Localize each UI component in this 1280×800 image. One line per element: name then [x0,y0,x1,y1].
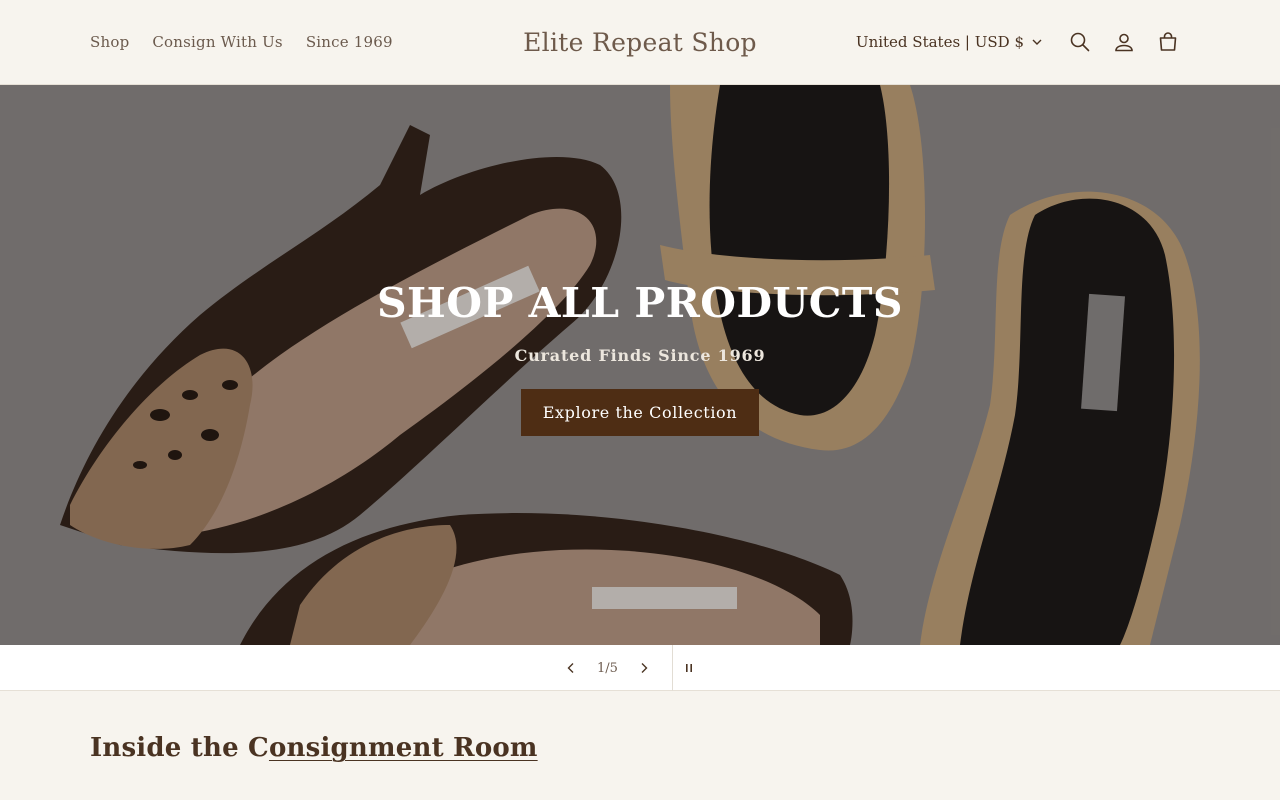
site-header: Shop Consign With Us Since 1969 Elite Re… [0,0,1280,85]
consignment-room-heading: Inside the Consignment Room [90,733,538,763]
nav-link-shop[interactable]: Shop [90,33,129,51]
hero-subtitle: Curated Finds Since 1969 [514,346,766,366]
slide-counter: 1/5 [597,660,618,676]
main-nav: Shop Consign With Us Since 1969 [90,0,393,84]
next-slide-button[interactable] [622,645,666,691]
nav-link-consign[interactable]: Consign With Us [152,33,282,51]
chevron-right-icon [641,663,648,673]
cart-icon [1159,32,1177,51]
pause-icon [685,664,692,672]
consignment-room-link[interactable]: onsignment Room [269,733,538,763]
section-title-text: Inside the C [90,733,269,763]
explore-collection-button[interactable]: Explore the Collection [521,389,759,437]
header-actions: United States | USD $ [856,0,1190,84]
locale-label: United States | USD $ [855,33,1024,51]
account-icon [1115,33,1133,52]
nav-link-since-1969[interactable]: Since 1969 [306,33,393,51]
locale-selector[interactable]: United States | USD $ [856,33,1042,51]
brand-logo-text[interactable]: Elite Repeat Shop [523,28,757,57]
search-icon [1070,32,1090,52]
account-button[interactable] [1102,20,1146,64]
hero-banner: SHOP ALL PRODUCTS Curated Finds Since 19… [0,85,1280,645]
hero-title: SHOP ALL PRODUCTS [376,279,904,327]
chevron-left-icon [567,663,574,673]
chevron-down-icon [1032,39,1042,45]
hero-content: SHOP ALL PRODUCTS Curated Finds Since 19… [0,279,1280,437]
slideshow-controls-group: 1/5 [549,645,705,691]
search-button[interactable] [1058,20,1102,64]
pause-slideshow-button[interactable] [673,645,705,691]
cart-button[interactable] [1146,20,1190,64]
slideshow-controls: 1/5 [0,645,1280,691]
previous-slide-button[interactable] [549,645,593,691]
